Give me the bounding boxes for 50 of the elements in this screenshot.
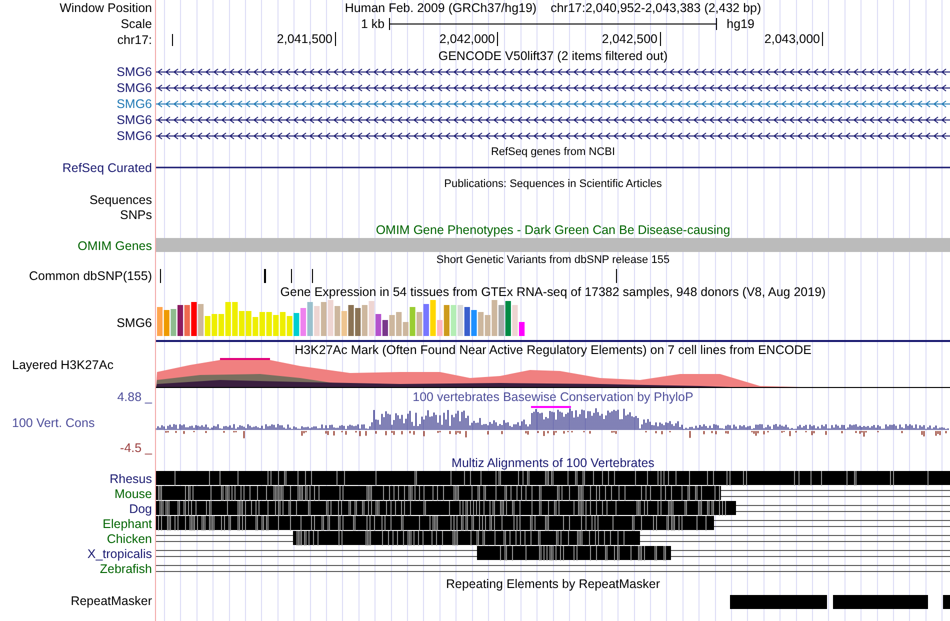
track-label[interactable]: Zebrafish [100, 562, 152, 576]
track-label[interactable]: Elephant [102, 517, 152, 531]
track-label[interactable]: 100 Vert. Cons [0, 416, 95, 430]
track-label[interactable]: SMG6 [116, 97, 152, 111]
track-label: Window Position [60, 1, 152, 15]
track-label[interactable]: SMG6 [116, 113, 152, 127]
track-label[interactable]: Common dbSNP(155) [29, 269, 152, 283]
gene-line[interactable] [156, 166, 950, 168]
track-title: OMIM Gene Phenotypes - Dark Green Can Be Disease-causing [376, 222, 730, 238]
ruler-tick [172, 34, 173, 46]
axis-min-label: -4.5 _ [120, 441, 152, 455]
track-label[interactable]: SMG6 [116, 65, 152, 79]
track-title: GENCODE V50lift37 (2 items filtered out) [438, 48, 668, 64]
transcript-drawing[interactable] [156, 84, 950, 92]
track-label[interactable]: OMIM Genes [78, 239, 152, 252]
ruler-label: 2,043,000 [660, 32, 823, 46]
transcript-drawing[interactable] [156, 116, 950, 124]
ruler-label: 2,041,500 [173, 32, 336, 46]
assembly-title: Human Feb. 2009 (GRCh37/hg19) [344, 0, 537, 16]
position-title: chr17:2,040,952-2,043,383 (2,432 bp) [550, 0, 762, 16]
track-label: Scale [120, 17, 152, 31]
track-label[interactable]: SMG6 [116, 316, 152, 330]
track-title: Gene Expression in 54 tissues from GTEx RNA-seq of 17382 samples, 948 donors (V8, Aug 2019) [280, 284, 826, 300]
track-title: Short Genetic Variants from dbSNP release 155 [436, 253, 670, 267]
track-title: Repeating Elements by RepeatMasker [446, 576, 660, 592]
track-label[interactable]: RepeatMasker [70, 594, 152, 608]
scale-length: 1 kb [361, 17, 385, 31]
track-label[interactable]: X_tropicalis [87, 547, 152, 561]
track-label[interactable]: Chicken [106, 532, 152, 546]
assembly-label: hg19 [726, 17, 754, 31]
track-title: H3K27Ac Mark (Often Found Near Active Regulatory Elements) on 7 cell lines from ENCODE [294, 342, 812, 358]
transcript-drawing[interactable] [156, 68, 950, 76]
track-label[interactable]: Layered H3K27Ac [12, 358, 114, 372]
track-label[interactable]: Dog [129, 502, 152, 516]
transcript-drawing[interactable] [156, 132, 950, 140]
track-label: chr17: [117, 33, 152, 47]
track-title: RefSeq genes from NCBI [490, 145, 616, 159]
track-label[interactable]: Sequences [89, 193, 152, 207]
ruler-label: 2,042,000 [336, 32, 498, 46]
track-label[interactable]: Rhesus [110, 472, 152, 486]
track-label[interactable]: SNPs [120, 208, 152, 222]
track-title: Publications: Sequences in Scientific Articles [444, 177, 662, 191]
track-title: 100 vertebrates Basewise Conservation by PhyloP [412, 390, 694, 404]
track-label[interactable]: SMG6 [116, 129, 152, 143]
axis-max-label: 4.88 _ [117, 389, 152, 404]
track-label[interactable]: Mouse [114, 487, 152, 501]
track-label[interactable]: RefSeq Curated [62, 161, 152, 175]
track-label[interactable]: SMG6 [116, 81, 152, 95]
track-title: Multiz Alignments of 100 Vertebrates [452, 456, 654, 470]
ruler-label: 2,042,500 [498, 32, 660, 46]
